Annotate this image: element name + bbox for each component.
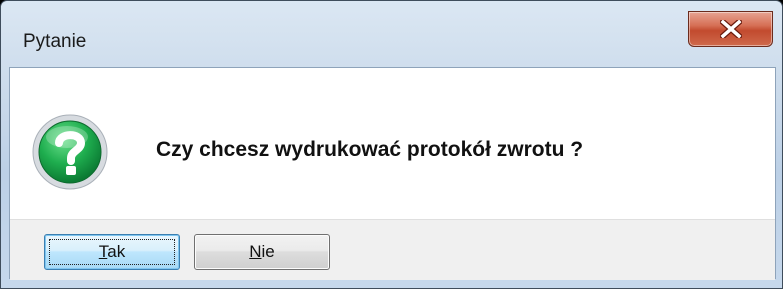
no-label-rest: ie <box>261 242 275 261</box>
yes-mnemonic: T <box>98 242 108 261</box>
yes-button[interactable]: Tak <box>44 234 180 270</box>
yes-label-rest: ak <box>107 242 126 261</box>
question-icon <box>31 113 109 191</box>
no-button-label: Nie <box>249 242 275 262</box>
dialog-message: Czy chcesz wydrukować protokół zwrotu ? <box>156 138 584 161</box>
button-bar: Tak Nie <box>10 219 775 280</box>
no-mnemonic: N <box>249 242 262 261</box>
dialog-window: Pytanie Czy chcesz wydrukować protokół z… <box>0 0 783 289</box>
message-area: Czy chcesz wydrukować protokół zwrotu ? <box>10 68 775 219</box>
title-bar[interactable]: Pytanie <box>1 1 782 67</box>
close-icon <box>689 12 772 46</box>
close-button[interactable] <box>688 11 773 47</box>
dialog-body: Czy chcesz wydrukować protokół zwrotu ? … <box>9 67 776 280</box>
window-title: Pytanie <box>23 31 87 52</box>
yes-button-label: Tak <box>99 242 125 262</box>
no-button[interactable]: Nie <box>194 234 330 270</box>
